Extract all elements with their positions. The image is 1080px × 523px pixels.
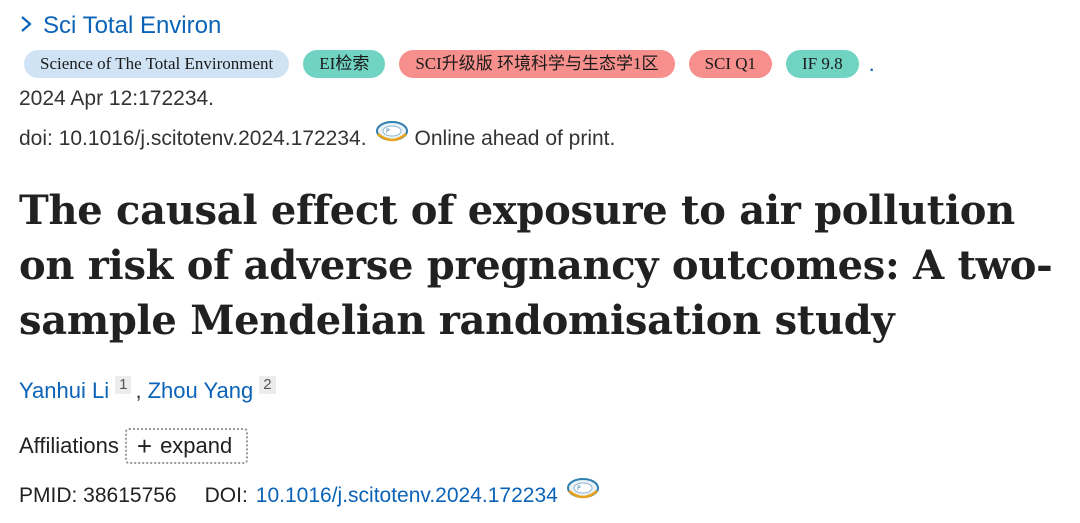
identifiers-row: PMID: 38615756 DOI: 10.1016/j.scitotenv.…	[19, 478, 600, 509]
doi-label: DOI:	[204, 484, 248, 507]
author-link-2[interactable]: Zhou Yang	[148, 378, 254, 404]
expand-label: expand	[160, 433, 233, 458]
author-list: Yanhui Li 1 , Zhou Yang 2	[19, 376, 280, 404]
author-link-1[interactable]: Yanhui Li	[19, 378, 109, 404]
plus-icon: +	[136, 431, 153, 461]
citation-doi-line: doi: 10.1016/j.scitotenv.2024.172234. P …	[19, 121, 616, 152]
badge-ei-index[interactable]: EI检索	[303, 50, 386, 78]
svg-text:P: P	[577, 485, 581, 492]
article-title: The causal effect of exposure to air pol…	[19, 187, 1053, 344]
affiliations-label: Affiliations	[19, 433, 119, 458]
pmid: PMID: 38615756	[19, 484, 177, 507]
article-page: Sci Total Environ Science of The Total E…	[0, 0, 1080, 523]
expand-affiliations-button[interactable]: + expand	[124, 428, 249, 464]
author-separator: ,	[135, 378, 142, 403]
svg-text:P: P	[386, 128, 390, 135]
fulltext-link-icon[interactable]: P	[566, 477, 600, 503]
affiliations-row: Affiliations + expand	[19, 428, 249, 464]
doi-link[interactable]: 10.1016/j.scitotenv.2024.172234	[256, 484, 558, 508]
journal-short-name: Sci Total Environ	[43, 12, 222, 39]
publication-date: 2024 Apr 12:172234.	[19, 87, 215, 110]
badge-journal-name[interactable]: Science of The Total Environment	[24, 50, 290, 78]
author-affiliation-number[interactable]: 1	[115, 376, 132, 394]
fulltext-link-icon[interactable]: P	[375, 120, 409, 146]
badge-sci-zone[interactable]: SCI升级版 环境科学与生态学1区	[399, 50, 675, 78]
journal-badges: Science of The Total Environment EI检索 SC…	[24, 50, 875, 78]
badge-impact-factor[interactable]: IF 9.8	[786, 50, 859, 78]
badges-trailing-period: .	[868, 51, 875, 76]
chevron-right-icon	[19, 14, 37, 38]
journal-link[interactable]: Sci Total Environ	[19, 12, 221, 40]
badge-sci-quartile[interactable]: SCI Q1	[688, 50, 773, 78]
author-affiliation-number[interactable]: 2	[259, 376, 276, 394]
publication-status: Online ahead of print.	[414, 127, 616, 150]
citation-doi: doi: 10.1016/j.scitotenv.2024.172234.	[19, 127, 367, 150]
